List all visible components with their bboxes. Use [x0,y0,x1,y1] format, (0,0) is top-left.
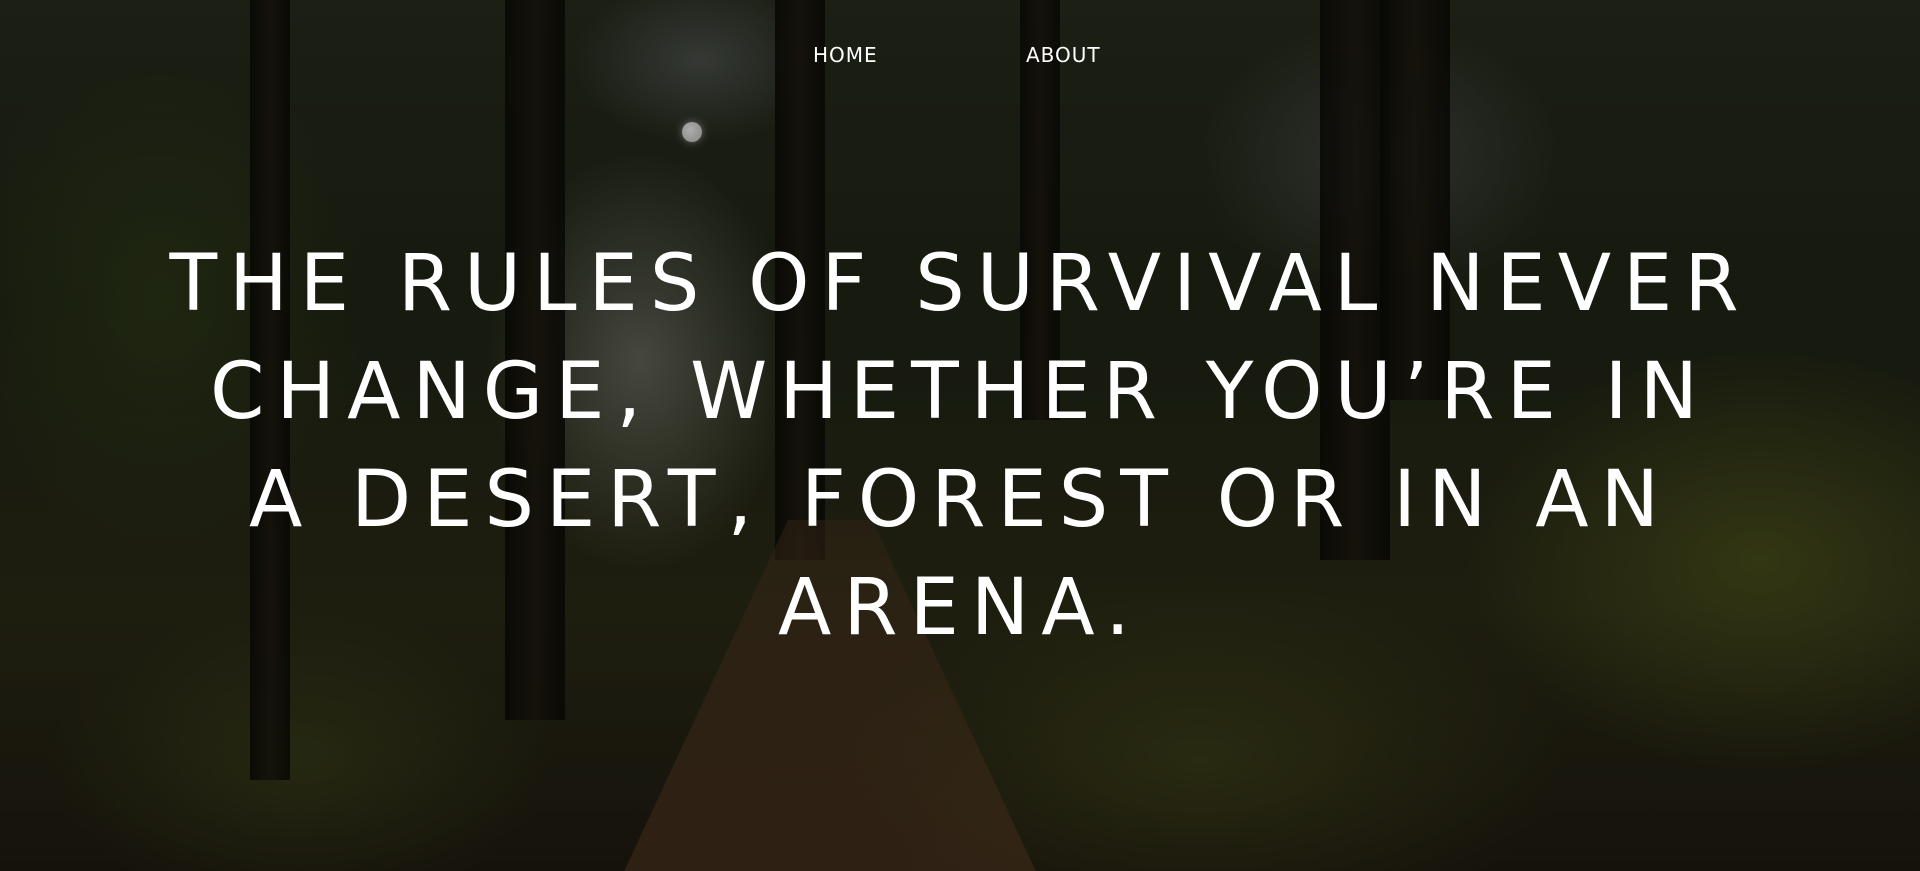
hero-headline: THE RULES OF SURVIVAL NEVER CHANGE, WHET… [169,239,1751,653]
hero-section: HOME ABOUT THE RULES OF SURVIVAL NEVER C… [0,0,1920,871]
nav-about-link[interactable]: ABOUT [1026,40,1101,70]
nav-home-link[interactable]: HOME [813,40,878,70]
top-nav: HOME ABOUT [0,40,1920,70]
